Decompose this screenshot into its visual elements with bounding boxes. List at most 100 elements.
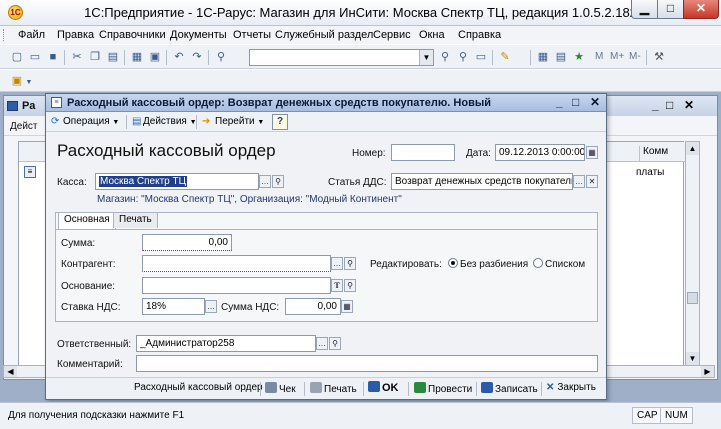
scroll-thumb[interactable] — [687, 292, 698, 304]
open-icon[interactable]: ⚲ — [344, 257, 356, 270]
background-window-title: Ра — [22, 100, 36, 112]
close-icon[interactable]: ✕ — [590, 95, 600, 109]
cut-icon[interactable]: ✂ — [70, 50, 84, 64]
select-button[interactable]: … — [259, 175, 271, 188]
clear-icon[interactable]: ✕ — [586, 175, 598, 188]
number-field[interactable] — [391, 144, 455, 161]
chevron-down-icon[interactable]: ▼ — [22, 76, 36, 90]
close-dialog-button[interactable]: ✕ Закрыть — [546, 382, 596, 393]
scroll-up-icon[interactable]: ▲ — [686, 142, 699, 155]
basis-field[interactable] — [142, 277, 331, 294]
toolbar-grip[interactable] — [3, 29, 6, 41]
redo-icon[interactable]: ↷ — [190, 50, 204, 64]
responsible-field[interactable]: _Администратор258 — [136, 335, 316, 352]
minimize-icon[interactable]: _ — [652, 98, 659, 112]
select-button[interactable]: … — [316, 337, 328, 350]
calculator-icon[interactable]: ▦ — [341, 300, 353, 313]
maximize-icon[interactable]: □ — [666, 98, 673, 112]
vat-sum-field[interactable]: 0,00 — [285, 298, 341, 315]
vat-sum-label: Сумма НДС: — [221, 302, 280, 313]
radio-no-split-label[interactable]: Без разбиения — [460, 259, 528, 270]
vertical-scrollbar[interactable]: ▲ ▼ — [685, 141, 700, 366]
menu-catalogs[interactable]: Справочники — [99, 29, 166, 41]
calculator-icon[interactable]: ▦ — [536, 50, 550, 64]
close-icon[interactable]: ✕ — [684, 98, 694, 112]
cash-order-dialog[interactable]: ≡ Расходный кассовый ордер: Возврат дене… — [45, 93, 607, 400]
search-combo[interactable]: ▼ — [249, 49, 434, 66]
print-button[interactable]: Печать — [310, 382, 357, 395]
actions-button[interactable]: Действия ▼ — [143, 115, 197, 130]
operation-icon: ⟳ — [51, 116, 60, 127]
find-prev-icon[interactable]: ⚲ — [456, 50, 470, 64]
menu-documents[interactable]: Документы — [170, 29, 227, 41]
vat-rate-field[interactable]: 18% — [142, 298, 205, 315]
kassa-field[interactable]: Москва Спектр ТЦ — [95, 173, 259, 190]
paste-icon[interactable]: ▤ — [106, 50, 120, 64]
help-button[interactable]: ? — [272, 114, 288, 130]
date-field[interactable]: 09.12.2013 0:00:00 — [495, 144, 585, 161]
operation-button[interactable]: Операция ▼ — [63, 115, 119, 130]
close-button[interactable]: ✕ — [683, 0, 719, 19]
save-icon[interactable]: ■ — [46, 50, 60, 64]
minimize-button[interactable]: ▁ — [631, 0, 658, 19]
find-next-icon[interactable]: ⚲ — [438, 50, 452, 64]
memory-button[interactable]: M — [595, 51, 603, 62]
calendar-icon[interactable]: ▤ — [554, 50, 568, 64]
select-button[interactable]: … — [573, 175, 585, 188]
undo-icon[interactable]: ↶ — [172, 50, 186, 64]
menu-file[interactable]: Файл — [18, 29, 45, 41]
ok-button[interactable]: OK — [368, 381, 399, 394]
save-button[interactable]: Записать — [481, 382, 538, 395]
maximize-icon[interactable]: □ — [572, 95, 579, 109]
select-button[interactable]: … — [205, 300, 217, 313]
menu-service-section[interactable]: Служебный раздел — [275, 29, 373, 41]
comment-field[interactable] — [136, 355, 598, 372]
open-icon[interactable]: ⚲ — [344, 279, 356, 292]
print-form-button[interactable]: Расходный кассовый ордер — [134, 382, 263, 393]
scroll-down-icon[interactable]: ▼ — [686, 352, 699, 365]
go-button[interactable]: Перейти ▼ — [215, 115, 264, 130]
radio-list[interactable] — [533, 258, 543, 268]
new-document-icon[interactable]: ▢ — [10, 50, 24, 64]
radio-no-split[interactable] — [448, 258, 458, 268]
check-button[interactable]: Чек — [265, 382, 296, 395]
post-button[interactable]: Провести — [414, 382, 472, 395]
sum-field[interactable]: 0,00 — [142, 234, 232, 251]
menu-tools[interactable]: Сервис — [373, 29, 411, 41]
menu-help[interactable]: Справка — [458, 29, 501, 41]
memory-plus-button[interactable]: M+ — [610, 51, 624, 62]
menu-reports[interactable]: Отчеты — [233, 29, 271, 41]
dds-field[interactable]: Возврат денежных средств покупателю — [391, 173, 573, 190]
basis-label: Основание: — [61, 281, 116, 292]
copy-icon[interactable]: ❐ — [88, 50, 102, 64]
favorites-icon[interactable]: ★ — [572, 50, 586, 64]
tab-print[interactable]: Печать — [113, 212, 158, 228]
document-icon: ≡ — [24, 166, 36, 178]
window-icon[interactable]: ▭ — [474, 50, 488, 64]
background-actions-menu[interactable]: Дейст — [10, 121, 38, 132]
dialog-title-bar[interactable]: ≡ Расходный кассовый ордер: Возврат дене… — [46, 94, 606, 112]
help-tool-icon[interactable]: ✎ — [498, 50, 512, 64]
maximize-button[interactable]: □ — [657, 0, 684, 19]
calendar-icon[interactable]: ▦ — [586, 146, 598, 159]
radio-list-label[interactable]: Списком — [545, 259, 585, 270]
preview-icon[interactable]: ▣ — [148, 50, 162, 64]
menu-edit[interactable]: Правка — [57, 29, 94, 41]
scroll-left-icon[interactable]: ◀ — [4, 366, 17, 377]
open-folder-icon[interactable]: ▭ — [28, 50, 42, 64]
find-icon[interactable]: ⚲ — [214, 50, 228, 64]
tab-main[interactable]: Основная — [58, 212, 116, 229]
print-icon[interactable]: ▦ — [130, 50, 144, 64]
scroll-right-icon[interactable]: ▶ — [701, 366, 714, 377]
open-icon[interactable]: ⚲ — [272, 175, 284, 188]
minimize-icon[interactable]: _ — [556, 95, 563, 109]
counterparty-field[interactable] — [142, 255, 331, 272]
open-icon[interactable]: ⚲ — [329, 337, 341, 350]
memory-minus-button[interactable]: M- — [629, 51, 641, 62]
tools-icon[interactable]: ⚒ — [652, 50, 666, 64]
column-header-comment[interactable]: Комм — [639, 146, 685, 162]
text-edit-icon[interactable]: T — [331, 279, 343, 292]
chevron-down-icon[interactable]: ▼ — [419, 50, 433, 65]
select-button[interactable]: … — [331, 257, 343, 270]
menu-windows[interactable]: Окна — [419, 29, 445, 41]
